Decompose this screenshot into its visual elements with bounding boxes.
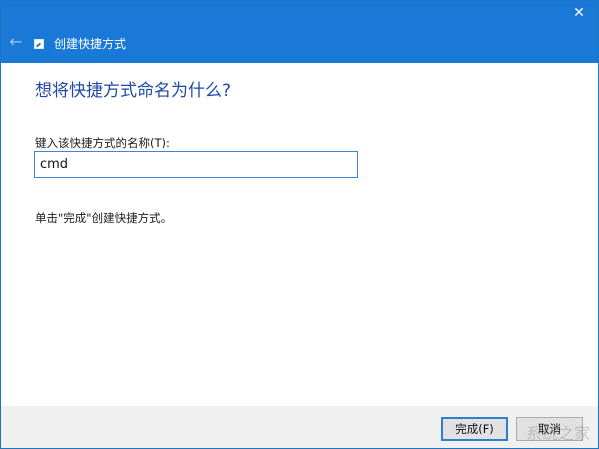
title-bar: ← 创建快捷方式 ✕ [1, 1, 598, 63]
close-icon[interactable]: ✕ [570, 4, 588, 22]
window-title: 创建快捷方式 [54, 37, 127, 51]
finish-hint: 单击"完成"创建快捷方式。 [35, 211, 173, 225]
shortcut-name-input[interactable] [34, 151, 358, 178]
shortcut-icon [34, 39, 44, 49]
button-bar: 完成(F) 取消 [1, 406, 598, 448]
back-arrow-icon[interactable]: ← [5, 31, 27, 53]
finish-button[interactable]: 完成(F) [441, 417, 508, 441]
page-heading: 想将快捷方式命名为什么? [35, 81, 232, 101]
cancel-button[interactable]: 取消 [516, 417, 583, 441]
shortcut-name-label: 键入该快捷方式的名称(T): [35, 136, 170, 150]
create-shortcut-dialog: ← 创建快捷方式 ✕ 想将快捷方式命名为什么? 键入该快捷方式的名称(T): 单… [0, 0, 599, 449]
